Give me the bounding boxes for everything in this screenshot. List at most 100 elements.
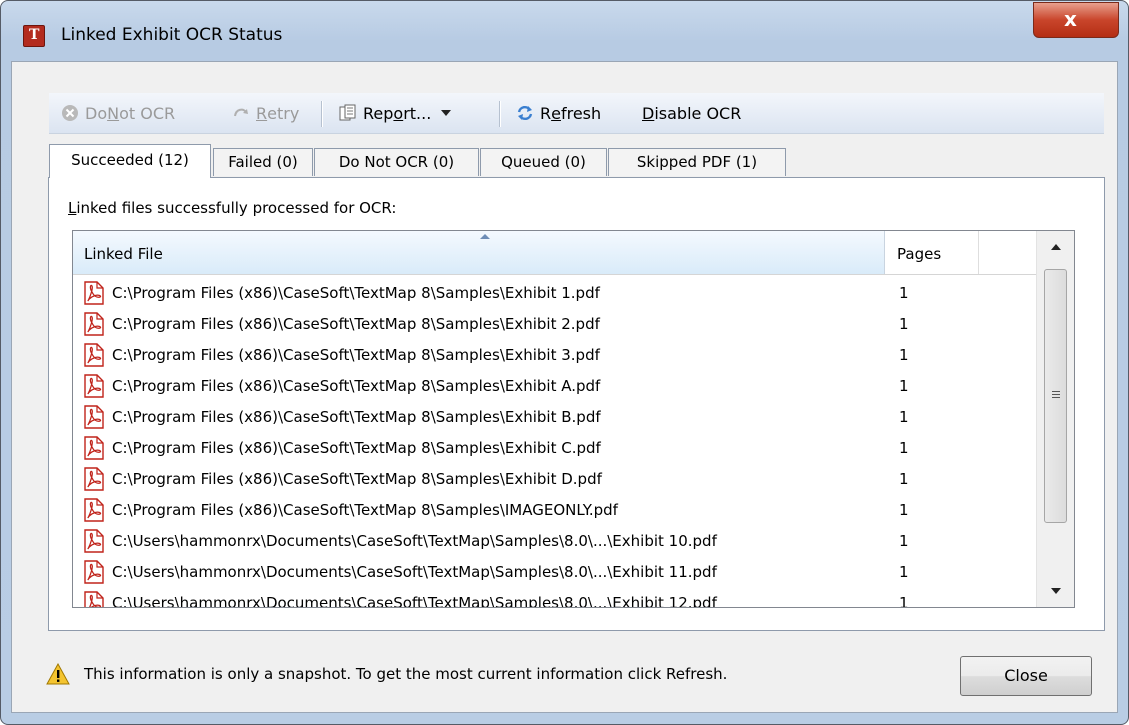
tab-queued[interactable]: Queued (0) bbox=[480, 148, 607, 176]
linked-files-list[interactable]: Linked File Pages C:\Program Files (x86)… bbox=[72, 230, 1075, 608]
retry-arrow-icon bbox=[232, 104, 250, 122]
row-page-count: 1 bbox=[899, 346, 909, 364]
table-row[interactable]: C:\Program Files (x86)\CaseSoft\TextMap … bbox=[73, 371, 1037, 402]
row-file-path: C:\Program Files (x86)\CaseSoft\TextMap … bbox=[112, 408, 601, 426]
grip-icon bbox=[1052, 391, 1060, 392]
row-file-path: C:\Program Files (x86)\CaseSoft\TextMap … bbox=[112, 315, 600, 333]
title-bar[interactable]: T Linked Exhibit OCR Status x bbox=[1, 1, 1128, 61]
row-file-path: C:\Program Files (x86)\CaseSoft\TextMap … bbox=[112, 470, 602, 488]
disable-ocr-label-key: D bbox=[642, 103, 655, 123]
table-row[interactable]: C:\Program Files (x86)\CaseSoft\TextMap … bbox=[73, 402, 1037, 433]
panel-label-rest: inked files successfully processed for O… bbox=[76, 199, 397, 217]
pdf-file-icon bbox=[83, 529, 105, 553]
pdf-file-icon bbox=[83, 281, 105, 305]
dialog-window: T Linked Exhibit OCR Status x Do Not OCR… bbox=[0, 0, 1129, 725]
dropdown-arrow-icon bbox=[441, 110, 452, 116]
row-page-count: 1 bbox=[899, 470, 909, 488]
disable-ocr-button[interactable]: Disable OCR bbox=[642, 102, 741, 124]
close-icon: x bbox=[1064, 7, 1077, 31]
toolbar-separator bbox=[321, 101, 323, 127]
arrow-up-icon bbox=[1051, 244, 1061, 250]
report-icon bbox=[339, 104, 357, 122]
table-row[interactable]: C:\Program Files (x86)\CaseSoft\TextMap … bbox=[73, 340, 1037, 371]
report-label-post: rt... bbox=[403, 103, 432, 123]
row-file-path: C:\Program Files (x86)\CaseSoft\TextMap … bbox=[112, 284, 600, 302]
window-close-button[interactable]: x bbox=[1033, 2, 1119, 38]
pdf-file-icon bbox=[83, 405, 105, 429]
row-file-path: C:\Users\hammonrx\Documents\CaseSoft\Tex… bbox=[112, 563, 717, 581]
pdf-file-icon bbox=[83, 312, 105, 336]
window-title: Linked Exhibit OCR Status bbox=[61, 25, 283, 45]
table-row[interactable]: C:\Program Files (x86)\CaseSoft\TextMap … bbox=[73, 464, 1037, 495]
retry-label-key: R bbox=[256, 103, 268, 123]
row-page-count: 1 bbox=[899, 377, 909, 395]
do-not-ocr-label-post: ot OCR bbox=[119, 103, 176, 123]
report-label-pre: Rep bbox=[363, 103, 394, 123]
refresh-icon bbox=[516, 104, 534, 122]
scroll-down-button[interactable] bbox=[1037, 575, 1074, 607]
refresh-label-pre: R bbox=[540, 103, 552, 123]
pdf-file-icon bbox=[83, 467, 105, 491]
refresh-label-post: fresh bbox=[560, 103, 602, 123]
disable-ocr-label-post: isable OCR bbox=[654, 103, 742, 123]
row-file-path: C:\Program Files (x86)\CaseSoft\TextMap … bbox=[112, 439, 601, 457]
table-row[interactable]: C:\Program Files (x86)\CaseSoft\TextMap … bbox=[73, 433, 1037, 464]
refresh-label-key: e bbox=[551, 103, 561, 123]
column-header-pages-label: Pages bbox=[897, 245, 942, 263]
row-file-path: C:\Users\hammonrx\Documents\CaseSoft\Tex… bbox=[112, 532, 717, 550]
table-row[interactable]: C:\Users\hammonrx\Documents\CaseSoft\Tex… bbox=[73, 588, 1037, 608]
do-not-ocr-label-key: N bbox=[107, 103, 120, 123]
status-message: This information is only a snapshot. To … bbox=[84, 665, 728, 683]
retry-label-post: etry bbox=[267, 103, 300, 123]
panel-label: Linked files successfully processed for … bbox=[68, 199, 396, 217]
cancel-circle-icon bbox=[61, 104, 79, 122]
table-row[interactable]: C:\Program Files (x86)\CaseSoft\TextMap … bbox=[73, 309, 1037, 340]
row-page-count: 1 bbox=[899, 501, 909, 519]
table-row[interactable]: C:\Users\hammonrx\Documents\CaseSoft\Tex… bbox=[73, 526, 1037, 557]
row-file-path: C:\Program Files (x86)\CaseSoft\TextMap … bbox=[112, 377, 601, 395]
dialog-body: Do Not OCR Retry Rep o rt... R e fresh D… bbox=[11, 61, 1118, 713]
scroll-up-button[interactable] bbox=[1037, 231, 1074, 263]
tab-skipped-pdf[interactable]: Skipped PDF (1) bbox=[608, 148, 786, 176]
status-bar: This information is only a snapshot. To … bbox=[46, 662, 728, 685]
row-file-path: C:\Users\hammonrx\Documents\CaseSoft\Tex… bbox=[112, 594, 717, 608]
toolbar: Do Not OCR Retry Rep o rt... R e fresh D… bbox=[49, 93, 1104, 134]
row-file-path: C:\Program Files (x86)\CaseSoft\TextMap … bbox=[112, 501, 618, 519]
pdf-file-icon bbox=[83, 591, 105, 607]
row-page-count: 1 bbox=[899, 563, 909, 581]
close-button[interactable]: Close bbox=[960, 656, 1092, 696]
row-page-count: 1 bbox=[899, 532, 909, 550]
column-header-linked-file-label: Linked File bbox=[84, 245, 163, 263]
pdf-file-icon bbox=[83, 560, 105, 584]
table-row[interactable]: C:\Program Files (x86)\CaseSoft\TextMap … bbox=[73, 278, 1037, 309]
toolbar-separator bbox=[499, 101, 501, 127]
tab-succeeded[interactable]: Succeeded (12) bbox=[49, 144, 211, 178]
column-header-pages[interactable]: Pages bbox=[885, 231, 979, 274]
row-file-path: C:\Program Files (x86)\CaseSoft\TextMap … bbox=[112, 346, 600, 364]
column-header-linked-file[interactable]: Linked File bbox=[73, 231, 885, 274]
sort-ascending-icon bbox=[480, 234, 490, 239]
pdf-file-icon bbox=[83, 374, 105, 398]
row-page-count: 1 bbox=[899, 594, 909, 608]
vertical-scrollbar[interactable] bbox=[1036, 231, 1074, 607]
app-icon: T bbox=[23, 25, 45, 47]
pdf-file-icon bbox=[83, 343, 105, 367]
refresh-button[interactable]: Re fresh bbox=[516, 102, 601, 124]
row-page-count: 1 bbox=[899, 439, 909, 457]
pdf-file-icon bbox=[83, 436, 105, 460]
report-label-key: o bbox=[393, 103, 404, 123]
row-page-count: 1 bbox=[899, 315, 909, 333]
do-not-ocr-button[interactable]: Do Not OCR bbox=[61, 102, 175, 124]
table-row[interactable]: C:\Users\hammonrx\Documents\CaseSoft\Tex… bbox=[73, 557, 1037, 588]
tab-failed[interactable]: Failed (0) bbox=[213, 148, 313, 176]
pdf-file-icon bbox=[83, 498, 105, 522]
row-page-count: 1 bbox=[899, 408, 909, 426]
scroll-thumb[interactable] bbox=[1044, 269, 1067, 523]
table-row[interactable]: C:\Program Files (x86)\CaseSoft\TextMap … bbox=[73, 495, 1037, 526]
arrow-down-icon bbox=[1051, 588, 1061, 594]
warning-icon bbox=[46, 662, 70, 685]
tab-panel-succeeded: Linked files successfully processed for … bbox=[48, 177, 1105, 631]
tab-do-not-ocr[interactable]: Do Not OCR (0) bbox=[314, 148, 479, 176]
report-button[interactable]: Rep o rt... bbox=[339, 102, 452, 124]
retry-button[interactable]: Retry bbox=[232, 102, 299, 124]
